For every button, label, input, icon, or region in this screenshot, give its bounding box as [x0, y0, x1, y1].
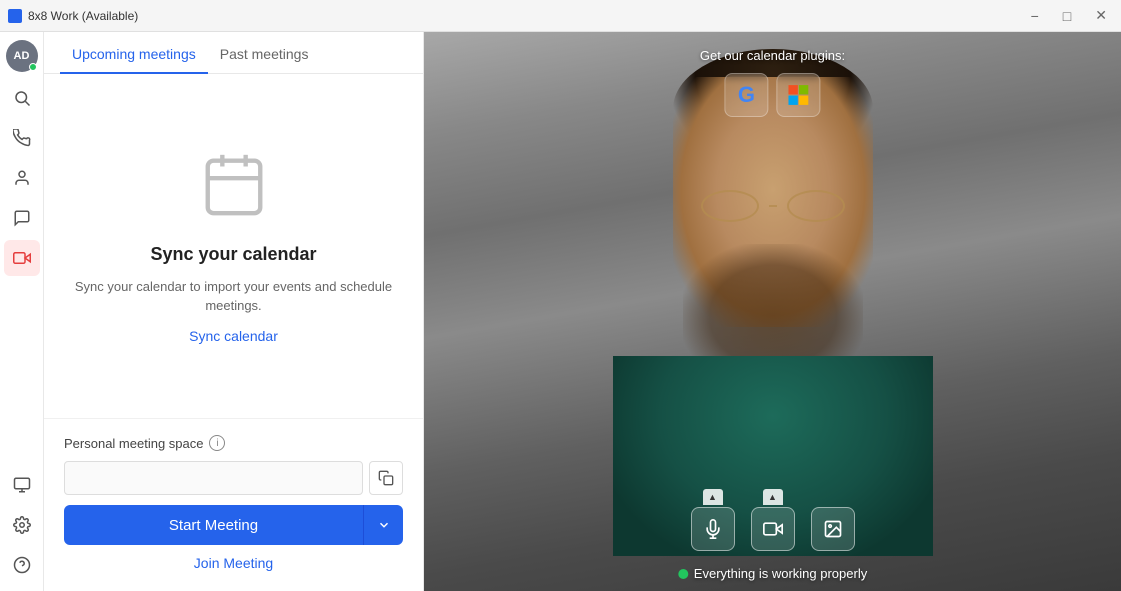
beard — [683, 244, 863, 364]
sync-calendar-link[interactable]: Sync calendar — [189, 328, 278, 344]
title-bar-controls: − □ ✕ — [1025, 5, 1113, 26]
status-text: Everything is working properly — [694, 566, 867, 581]
join-meeting-link[interactable]: Join Meeting — [64, 555, 403, 571]
start-meeting-row: Start Meeting — [64, 505, 403, 545]
google-plugin-button[interactable]: G — [724, 73, 768, 117]
meeting-id-input[interactable] — [64, 461, 363, 495]
start-meeting-dropdown-button[interactable] — [363, 505, 403, 545]
sync-title: Sync your calendar — [150, 244, 316, 265]
sidebar-item-phone[interactable] — [4, 120, 40, 156]
video-button[interactable] — [751, 507, 795, 551]
mic-arrow-button[interactable]: ▲ — [703, 489, 723, 505]
status-bar: Everything is working properly — [678, 566, 867, 581]
content-area: Upcoming meetings Past meetings Sync you… — [44, 32, 424, 591]
sidebar-item-contacts[interactable] — [4, 160, 40, 196]
mic-control-group: ▲ — [691, 489, 735, 551]
video-arrow-button[interactable]: ▲ — [763, 489, 783, 505]
microsoft-icon — [787, 84, 809, 106]
mic-button[interactable] — [691, 507, 735, 551]
sidebar-item-search[interactable] — [4, 80, 40, 116]
image-button[interactable] — [811, 507, 855, 551]
glasses — [693, 189, 853, 224]
avatar-initials: AD — [14, 50, 30, 62]
title-bar-text: 8x8 Work (Available) — [8, 9, 138, 23]
copy-button[interactable] — [369, 461, 403, 495]
meeting-space-section: Personal meeting space i Start Meeting — [44, 418, 423, 591]
calendar-sync-section: Sync your calendar Sync your calendar to… — [44, 74, 423, 418]
sidebar-item-settings[interactable] — [4, 507, 40, 543]
sidebar-item-computer[interactable] — [4, 467, 40, 503]
user-avatar[interactable]: AD — [6, 40, 38, 72]
calendar-plugins-banner: Get our calendar plugins: G — [700, 48, 845, 117]
sidebar-bottom — [4, 467, 40, 583]
sidebar-item-help[interactable] — [4, 547, 40, 583]
microsoft-plugin-button[interactable] — [776, 73, 820, 117]
sidebar: AD — [0, 32, 44, 591]
presence-dot — [29, 63, 37, 71]
main-container: AD — [0, 32, 1121, 591]
maximize-button[interactable]: □ — [1057, 5, 1077, 26]
tab-upcoming[interactable]: Upcoming meetings — [60, 32, 208, 74]
google-icon: G — [738, 82, 755, 108]
sidebar-item-messages[interactable] — [4, 200, 40, 236]
status-dot — [678, 569, 688, 579]
plugins-label: Get our calendar plugins: — [700, 48, 845, 63]
image-control-group — [811, 507, 855, 551]
title-bar-title: 8x8 Work (Available) — [28, 9, 138, 23]
plugin-icons: G — [724, 73, 820, 117]
sidebar-item-meetings[interactable] — [4, 240, 40, 276]
meeting-space-label: Personal meeting space i — [64, 435, 403, 451]
title-bar: 8x8 Work (Available) − □ ✕ — [0, 0, 1121, 32]
sync-description: Sync your calendar to import your events… — [68, 277, 399, 316]
minimize-button[interactable]: − — [1025, 5, 1045, 26]
info-icon[interactable]: i — [209, 435, 225, 451]
close-button[interactable]: ✕ — [1089, 5, 1113, 26]
meeting-id-row — [64, 461, 403, 495]
start-meeting-button[interactable]: Start Meeting — [64, 505, 363, 545]
calendar-icon — [199, 149, 269, 224]
camera-area: Get our calendar plugins: G ▲ — [424, 32, 1121, 591]
camera-controls: ▲ ▲ — [691, 489, 855, 551]
video-control-group: ▲ — [751, 489, 795, 551]
app-icon — [8, 9, 22, 23]
tabs: Upcoming meetings Past meetings — [44, 32, 423, 74]
tab-past[interactable]: Past meetings — [208, 32, 321, 74]
